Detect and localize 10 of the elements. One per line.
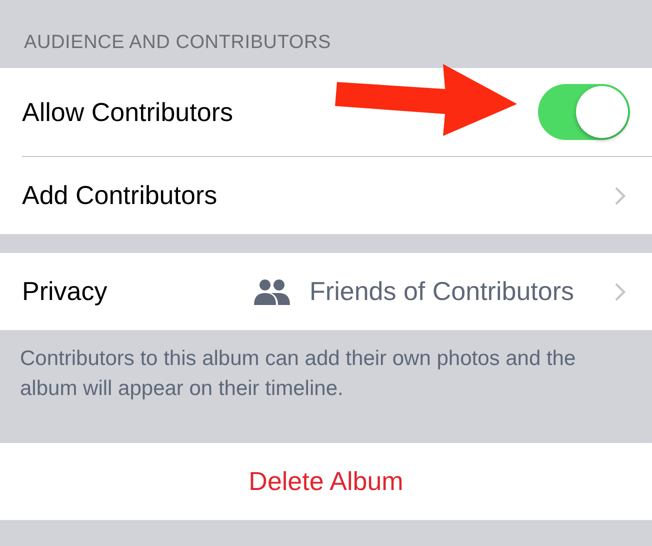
chevron-icon [614,186,626,206]
row-label: Privacy [22,276,108,307]
row-label: Add Contributors [22,180,218,211]
row-value: Friends of Contributors [310,276,574,307]
chevron-icon [614,282,626,302]
people-icon [254,278,290,306]
toggle-switch[interactable] [538,84,630,140]
section-header: AUDIENCE AND CONTRIBUTORS [24,32,331,54]
footer-note: Contributors to this album can add their own photos and the album will appear on their timeline. [20,347,576,400]
row-label: Allow Contributors [22,96,233,128]
